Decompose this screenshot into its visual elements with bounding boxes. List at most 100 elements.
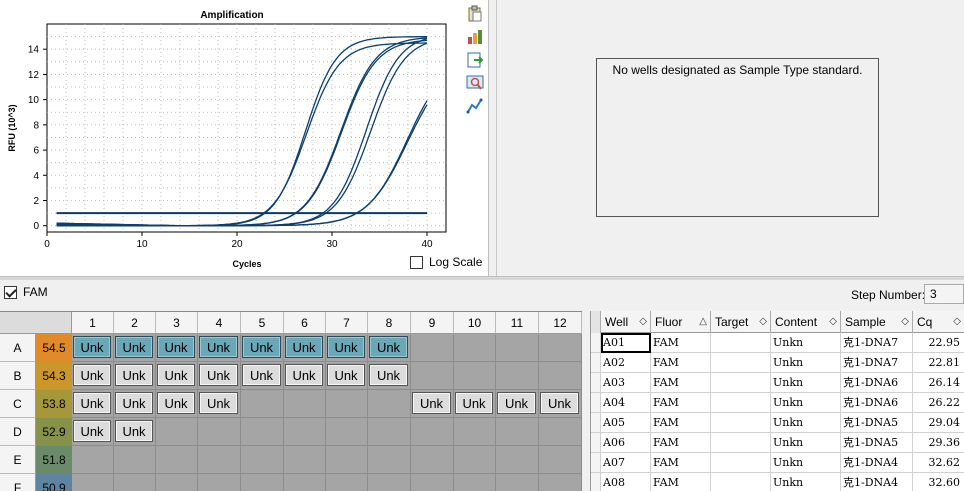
plate-well[interactable] (114, 446, 156, 474)
table-cell[interactable] (711, 433, 771, 453)
plate-well[interactable]: Unk (72, 390, 114, 418)
sort-icon[interactable]: ◇ (829, 311, 837, 333)
table-cell[interactable]: 32.60 (913, 473, 964, 491)
column-header-sample[interactable]: Sample ◇ (841, 311, 913, 333)
plate-column-header[interactable]: 9 (411, 312, 454, 334)
table-cell[interactable]: 29.36 (913, 433, 964, 453)
plate-column-header[interactable]: 10 (454, 312, 496, 334)
plate-well[interactable] (411, 446, 454, 474)
well-button[interactable]: Unk (242, 364, 281, 386)
line-style-icon[interactable] (464, 95, 486, 117)
plate-column-header[interactable]: 11 (496, 312, 539, 334)
plate-well[interactable] (368, 390, 411, 418)
plate-column-header[interactable]: 12 (539, 312, 582, 334)
table-cell[interactable]: A08 (601, 473, 651, 491)
table-cell[interactable]: FAM (651, 453, 711, 473)
plate-well[interactable] (539, 334, 582, 362)
table-cell[interactable]: 克1-DNA7 (841, 353, 913, 373)
plate-well[interactable]: Unk (454, 390, 496, 418)
plate-well[interactable] (454, 362, 496, 390)
plate-well[interactable]: Unk (539, 390, 582, 418)
plate-well[interactable] (198, 418, 241, 446)
table-cell[interactable]: FAM (651, 413, 711, 433)
chart-properties-icon[interactable] (464, 26, 486, 48)
table-cell[interactable]: 26.22 (913, 393, 964, 413)
well-button[interactable]: Unk (199, 392, 238, 414)
table-cell[interactable]: A07 (601, 453, 651, 473)
plate-well[interactable]: Unk (326, 362, 368, 390)
vertical-splitter[interactable] (490, 0, 497, 276)
plate-column-header[interactable]: 5 (241, 312, 284, 334)
well-button[interactable]: Unk (157, 336, 195, 358)
table-cell[interactable]: Unkn (771, 393, 841, 413)
plate-well[interactable] (326, 390, 368, 418)
table-cell[interactable] (711, 473, 771, 491)
plate-well[interactable] (326, 474, 368, 491)
plate-row-header[interactable]: B (0, 362, 36, 390)
well-button[interactable]: Unk (115, 364, 153, 386)
well-button[interactable]: Unk (73, 420, 111, 442)
fam-check-box[interactable] (4, 285, 17, 299)
plate-column-header[interactable]: 3 (156, 312, 198, 334)
plate-well[interactable]: Unk (411, 390, 454, 418)
table-cell[interactable]: FAM (651, 473, 711, 491)
plate-well[interactable]: Unk (114, 390, 156, 418)
table-cell[interactable]: 32.62 (913, 453, 964, 473)
table-cell[interactable] (711, 373, 771, 393)
plate-well[interactable] (284, 474, 326, 491)
well-button[interactable]: Unk (327, 336, 365, 358)
table-cell[interactable]: FAM (651, 373, 711, 393)
plate-well[interactable]: Unk (114, 334, 156, 362)
table-row[interactable]: A07 FAM Unkn 克1-DNA4 32.62 (591, 453, 964, 473)
sort-icon[interactable]: ◇ (953, 311, 961, 333)
plate-well[interactable] (454, 474, 496, 491)
plate-column-header[interactable]: 2 (114, 312, 156, 334)
plate-well[interactable] (496, 474, 539, 491)
plate-column-header[interactable]: 4 (198, 312, 241, 334)
well-button[interactable]: Unk (73, 336, 111, 358)
plate-well[interactable]: Unk (198, 390, 241, 418)
table-cell[interactable] (711, 353, 771, 373)
plate-well[interactable]: Unk (156, 390, 198, 418)
table-cell[interactable] (711, 333, 771, 353)
plate-well[interactable] (539, 418, 582, 446)
log-scale-box[interactable] (410, 255, 423, 269)
row-selector[interactable] (591, 413, 601, 433)
well-button[interactable]: Unk (412, 392, 451, 414)
row-selector[interactable] (591, 433, 601, 453)
plate-well[interactable] (284, 446, 326, 474)
plate-well[interactable] (326, 418, 368, 446)
table-cell[interactable]: Unkn (771, 373, 841, 393)
row-selector[interactable] (591, 453, 601, 473)
plate-well[interactable] (241, 418, 284, 446)
plate-row-header[interactable]: F (0, 474, 36, 491)
column-header-content[interactable]: Content ◇ (771, 311, 841, 333)
table-cell[interactable]: Unkn (771, 453, 841, 473)
plate-well[interactable] (368, 446, 411, 474)
well-button[interactable]: Unk (327, 364, 365, 386)
plate-well[interactable]: Unk (284, 362, 326, 390)
table-cell[interactable]: A05 (601, 413, 651, 433)
column-header-target[interactable]: Target ◇ (711, 311, 771, 333)
table-cell[interactable]: 克1-DNA6 (841, 393, 913, 413)
table-cell[interactable]: Unkn (771, 353, 841, 373)
plate-well[interactable] (454, 418, 496, 446)
table-cell[interactable]: Unkn (771, 333, 841, 353)
plate-well[interactable]: Unk (198, 362, 241, 390)
plate-well[interactable]: Unk (114, 362, 156, 390)
plate-well[interactable] (496, 362, 539, 390)
plate-well[interactable] (539, 474, 582, 491)
plate-column-header[interactable]: 8 (368, 312, 411, 334)
plate-well[interactable] (454, 446, 496, 474)
row-selector[interactable] (591, 353, 601, 373)
plate-well[interactable] (284, 418, 326, 446)
well-button[interactable]: Unk (73, 392, 111, 414)
table-cell[interactable]: Unkn (771, 433, 841, 453)
well-button[interactable]: Unk (199, 336, 238, 358)
column-header-cq[interactable]: Cq ◇ (913, 311, 964, 333)
column-header-well[interactable]: Well ◇ (601, 311, 651, 333)
plate-well[interactable]: Unk (368, 334, 411, 362)
table-cell[interactable]: 克1-DNA4 (841, 453, 913, 473)
plate-row-header[interactable]: A (0, 334, 36, 362)
table-row[interactable]: A08 FAM Unkn 克1-DNA4 32.60 (591, 473, 964, 491)
